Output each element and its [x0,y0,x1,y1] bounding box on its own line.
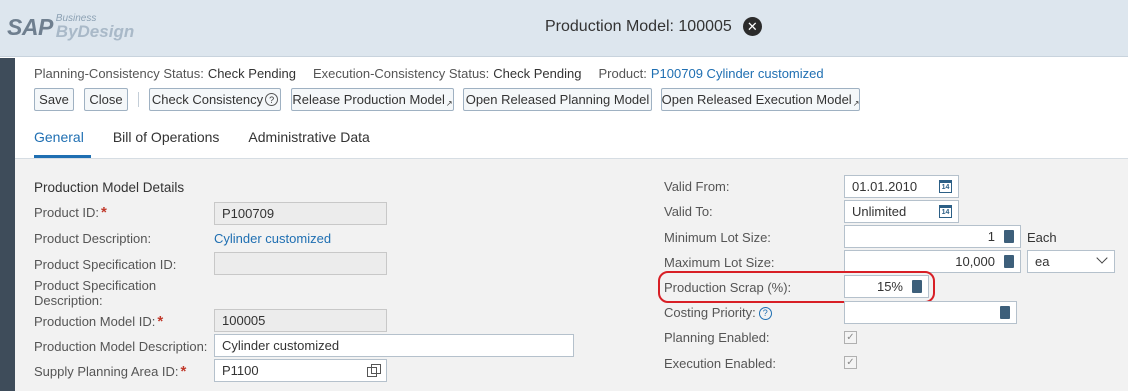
calendar-icon[interactable]: 14 [939,205,952,218]
product-spec-id-label: Product Specification ID: [34,257,177,272]
save-button[interactable]: Save [34,88,74,111]
product-label: Product: [598,66,647,81]
product-id-field: P100709 [214,202,387,225]
save-label: Save [39,92,69,107]
execution-enabled-label: Execution Enabled: [664,356,777,371]
tab-bar: General Bill of Operations Administrativ… [34,129,399,145]
chevron-down-icon [1096,252,1108,264]
production-model-id-label: Production Model ID: * [34,313,164,330]
active-tab-indicator [34,155,91,158]
production-model-description-label: Production Model Description: [34,339,208,354]
product-id-label: Product ID: * [34,204,107,221]
check-consistency-button[interactable]: Check Consistency? [149,88,281,111]
open-planning-label: Open Released Planning Model [465,92,650,107]
execution-enabled-checkbox[interactable]: ✓ [844,356,857,369]
product-description-label: Product Description: [34,231,152,246]
maximum-lot-size-unit-select[interactable]: ea [1027,250,1115,273]
open-released-planning-model-button[interactable]: Open Released Planning Model [463,88,652,111]
external-arrow-icon: ↗ [852,99,860,108]
product-spec-desc-label: Product Specification Description: [34,278,157,308]
calculator-icon[interactable] [1004,255,1014,268]
product-spec-id-field [214,252,387,275]
close-window-icon[interactable]: ✕ [742,17,762,36]
left-navigation-strip [0,58,15,391]
execution-consistency-value: Check Pending [493,66,582,81]
planning-enabled-label: Planning Enabled: [664,330,770,345]
calculator-icon[interactable] [1000,306,1010,319]
tab-administrative-data[interactable]: Administrative Data [248,129,369,145]
close-label: Close [89,92,123,107]
check-consistency-label: Check Consistency [151,92,264,107]
open-released-execution-model-button[interactable]: Open Released Execution Model ↗ [661,88,860,111]
production-model-id-field: 100005 [214,309,387,332]
help-icon[interactable]: ? [758,306,772,320]
maximum-lot-size-label: Maximum Lot Size: [664,255,775,270]
planning-consistency-value: Check Pending [207,66,296,81]
calculator-icon[interactable] [1004,230,1014,243]
value-help-icon[interactable] [367,364,381,377]
logo-bydesign-text: ByDesign [55,22,135,41]
open-execution-label: Open Released Execution Model [661,92,852,107]
toolbar-separator [138,92,139,107]
help-icon: ? [265,93,279,106]
minimum-lot-size-label: Minimum Lot Size: [664,230,771,245]
valid-from-label: Valid From: [664,179,730,194]
product-description-link[interactable]: Cylinder customized [214,231,331,246]
supply-planning-area-input[interactable]: P1100 [214,359,387,382]
costing-priority-input[interactable] [844,301,1017,324]
supply-planning-area-label: Supply Planning Area ID: * [34,363,187,380]
planning-enabled-checkbox[interactable]: ✓ [844,331,857,344]
release-production-model-button[interactable]: Release Production Model ↗ [291,88,454,111]
status-line: Planning-Consistency Status: Check Pendi… [34,66,824,81]
logo-sap-text: SAP [7,14,53,40]
tab-bill-of-operations[interactable]: Bill of Operations [113,129,220,145]
release-label: Release Production Model [292,92,445,107]
section-title: Production Model Details [34,180,185,195]
calendar-icon[interactable]: 14 [939,180,952,193]
minimum-lot-size-input[interactable]: 1 [844,225,1021,248]
external-arrow-icon: ↗ [445,99,453,108]
valid-to-input[interactable]: Unlimited 14 [844,200,959,223]
planning-consistency-label: Planning-Consistency Status: [34,66,204,81]
valid-to-label: Valid To: [664,204,713,219]
minimum-lot-size-unit: Each [1027,230,1057,245]
sap-bydesign-logo: SAP Business ByDesign [7,14,134,42]
valid-from-input[interactable]: 01.01.2010 14 [844,175,959,198]
production-scrap-highlight [658,271,935,303]
execution-consistency-label: Execution-Consistency Status: [312,66,490,81]
tab-general[interactable]: General [34,129,84,145]
app-header: SAP Business ByDesign Production Model: … [0,0,1128,57]
costing-priority-label: Costing Priority:? [664,305,772,320]
maximum-lot-size-input[interactable]: 10,000 [844,250,1021,273]
production-model-description-input[interactable]: Cylinder customized [214,334,574,357]
product-link[interactable]: P100709 Cylinder customized [651,66,824,81]
close-button[interactable]: Close [84,88,128,111]
window-title: Production Model: 100005 [545,17,732,35]
